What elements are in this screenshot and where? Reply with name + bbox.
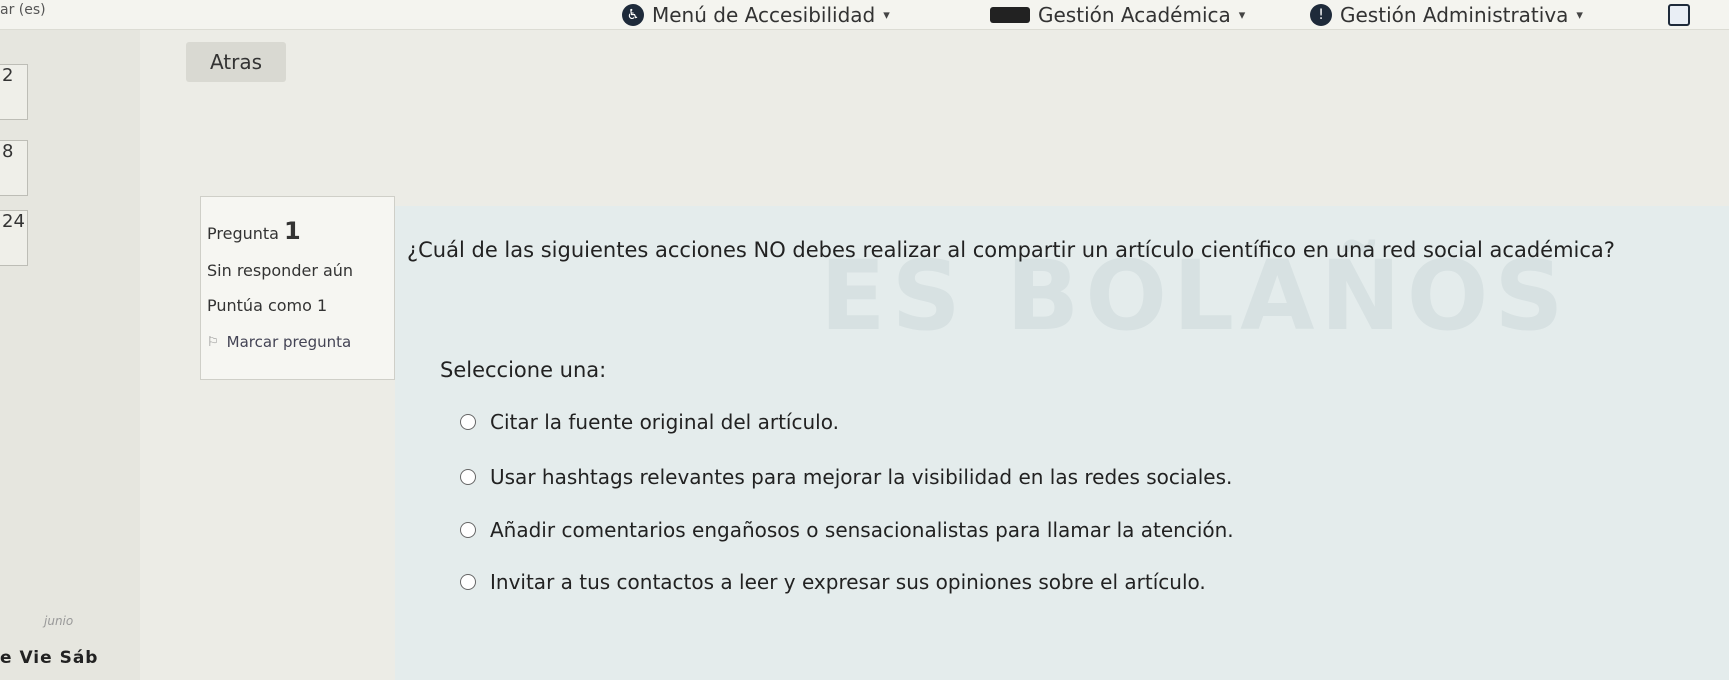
- answer-option-label: Añadir comentarios engañosos o sensacion…: [490, 518, 1234, 542]
- top-navigation-bar: ar (es) ♿ Menú de Accesibilidad ▾ Gestió…: [0, 0, 1729, 30]
- accessibility-menu[interactable]: ♿ Menú de Accesibilidad ▾: [622, 3, 890, 27]
- calendar-strip: [0, 30, 140, 680]
- flag-icon: ⚐: [207, 334, 219, 350]
- chevron-down-icon: ▾: [883, 7, 890, 23]
- answer-option[interactable]: Añadir comentarios engañosos o sensacion…: [460, 518, 1234, 542]
- calendar-day[interactable]: 2: [0, 64, 28, 120]
- question-label: Pregunta: [207, 224, 279, 243]
- question-status: Sin responder aún: [207, 261, 354, 280]
- calendar-month-label[interactable]: junio: [44, 614, 73, 628]
- radio-button[interactable]: [460, 522, 476, 538]
- flag-question-label: Marcar pregunta: [226, 333, 352, 351]
- answer-option-label: Invitar a tus contactos a leer y expresa…: [490, 570, 1206, 594]
- question-text: ¿Cuál de las siguientes acciones NO debe…: [407, 238, 1615, 262]
- radio-button[interactable]: [460, 574, 476, 590]
- admin-menu[interactable]: ! Gestión Administrativa ▾: [1310, 3, 1583, 27]
- academic-menu-label: Gestión Académica: [1038, 3, 1231, 27]
- chevron-down-icon: ▾: [1576, 7, 1583, 23]
- question-number: 1: [284, 217, 301, 245]
- answer-option-label: Usar hashtags relevantes para mejorar la…: [490, 465, 1233, 489]
- calendar-weekdays: e Vie Sáb: [0, 648, 99, 668]
- flag-question-link[interactable]: ⚐ Marcar pregunta: [207, 333, 386, 351]
- select-one-label: Seleccione una:: [440, 358, 607, 382]
- question-score: Puntúa como 1: [207, 296, 328, 315]
- calendar-day[interactable]: 8: [0, 140, 28, 196]
- back-button[interactable]: Atras: [186, 42, 286, 82]
- radio-button[interactable]: [460, 414, 476, 430]
- accessibility-icon: ♿: [622, 4, 644, 26]
- answer-option-label: Citar la fuente original del artículo.: [490, 410, 839, 434]
- answer-option[interactable]: Usar hashtags relevantes para mejorar la…: [460, 465, 1232, 489]
- question-info-card: Pregunta 1 Sin responder aún Puntúa como…: [200, 196, 395, 380]
- messages-icon[interactable]: [1668, 4, 1690, 26]
- answer-option[interactable]: Invitar a tus contactos a leer y expresa…: [460, 570, 1206, 594]
- question-heading: Pregunta 1: [207, 217, 386, 245]
- accessibility-menu-label: Menú de Accesibilidad: [652, 3, 876, 27]
- answer-option[interactable]: Citar la fuente original del artículo.: [460, 410, 839, 434]
- admin-menu-label: Gestión Administrativa: [1340, 3, 1569, 27]
- alert-icon: !: [1310, 4, 1332, 26]
- calendar-day[interactable]: 24: [0, 210, 28, 266]
- academic-menu[interactable]: Gestión Académica ▾: [990, 3, 1245, 27]
- chevron-down-icon: ▾: [1238, 7, 1246, 23]
- graduation-cap-icon: [990, 7, 1030, 23]
- language-selector-clipped[interactable]: ar (es): [0, 2, 46, 18]
- radio-button[interactable]: [460, 469, 476, 485]
